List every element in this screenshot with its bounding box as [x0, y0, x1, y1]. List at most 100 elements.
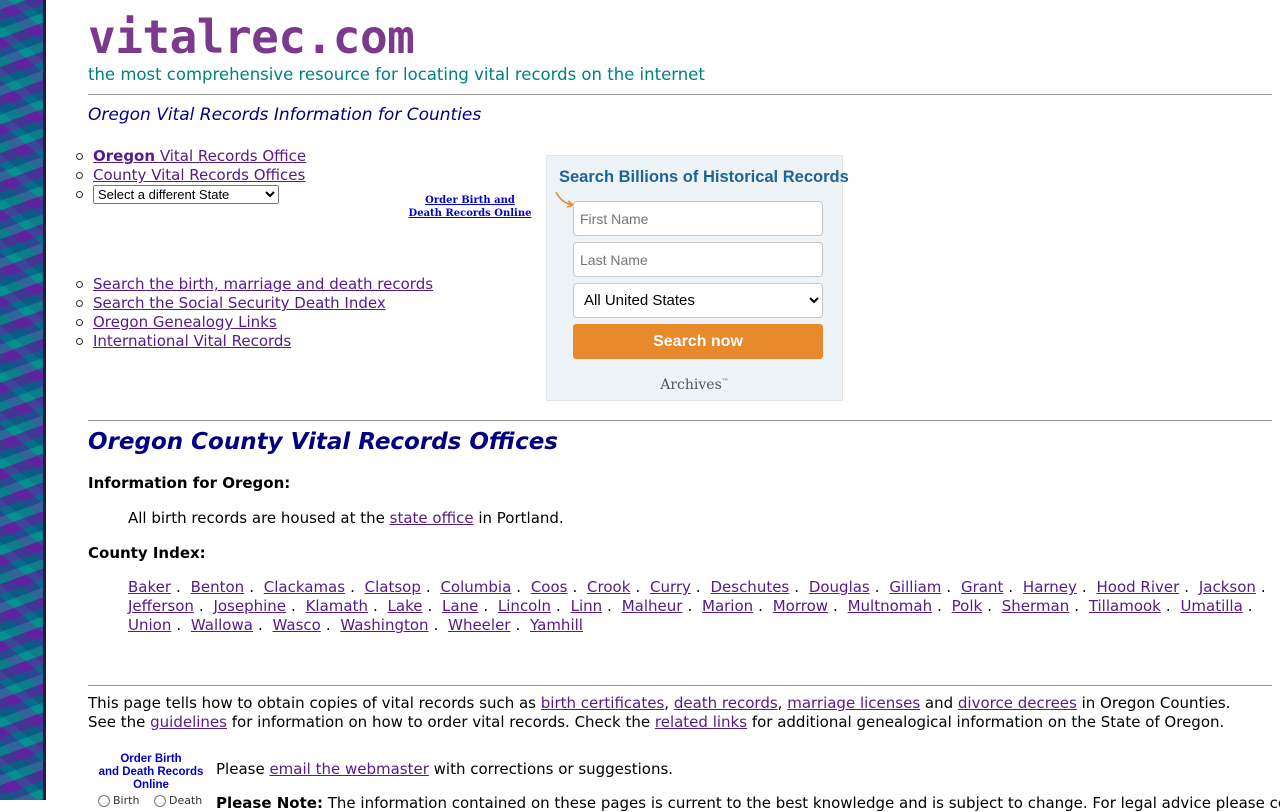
county-link[interactable]: Lane — [442, 597, 478, 615]
county-link[interactable]: Clatsop — [365, 578, 421, 596]
county-link[interactable]: Wasco — [273, 616, 321, 634]
state-office-link[interactable]: state office — [390, 509, 474, 527]
county-link[interactable]: Josephine — [213, 597, 286, 615]
county-separator: . — [1260, 578, 1266, 596]
oregon-office-link[interactable]: Oregon Vital Records Office — [93, 147, 306, 165]
county-link[interactable]: Lake — [388, 597, 423, 615]
death-radio[interactable]: Death — [154, 794, 202, 807]
order-records-link[interactable]: Order Birth and Death Records Online — [408, 194, 532, 220]
county-link[interactable]: Gilliam — [889, 578, 941, 596]
county-separator: . — [1184, 578, 1190, 596]
site-title[interactable]: vitalrec.com — [88, 10, 415, 64]
county-link[interactable]: Multnomah — [848, 597, 933, 615]
county-offices-link[interactable]: County Vital Records Offices — [93, 166, 305, 184]
county-separator: . — [427, 597, 433, 615]
state-select[interactable]: Select a different State — [93, 185, 279, 204]
list-item: County Vital Records Offices — [75, 166, 306, 185]
search-now-button[interactable]: Search now — [573, 324, 823, 359]
location-select[interactable]: All United States — [573, 283, 823, 318]
radio-circle — [154, 794, 166, 807]
county-link[interactable]: Coos — [531, 578, 568, 596]
guidelines-link[interactable]: guidelines — [150, 713, 227, 731]
order-link-line1: Order Birth and — [425, 195, 515, 206]
desc-text: This page tells how to obtain copies of … — [88, 694, 541, 712]
desc-text: , — [664, 694, 674, 712]
county-separator: . — [198, 597, 204, 615]
birth-certificates-link[interactable]: birth certificates — [541, 694, 665, 712]
header-divider — [88, 94, 1272, 95]
order-link-line2: Death Records Online — [408, 208, 532, 219]
county-separator: . — [516, 578, 522, 596]
county-link[interactable]: Benton — [191, 578, 245, 596]
death-records-link[interactable]: death records — [674, 694, 778, 712]
county-link[interactable]: Baker — [128, 578, 171, 596]
archives-logo-text: Archives — [660, 377, 722, 393]
county-link[interactable]: Marion — [702, 597, 753, 615]
county-link[interactable]: Tillamook — [1089, 597, 1161, 615]
county-link[interactable]: Wheeler — [448, 616, 510, 634]
list-item: Search the birth, marriage and death rec… — [75, 275, 433, 294]
county-separator: . — [425, 578, 431, 596]
international-records-link[interactable]: International Vital Records — [93, 332, 291, 350]
email-webmaster-link[interactable]: email the webmaster — [269, 760, 428, 778]
county-separator: . — [249, 578, 254, 596]
county-link[interactable]: Malheur — [622, 597, 683, 615]
county-link[interactable]: Jefferson — [128, 597, 194, 615]
last-name-input[interactable] — [573, 242, 823, 277]
search-records-link[interactable]: Search the birth, marriage and death rec… — [93, 275, 433, 293]
county-link[interactable]: Sherman — [1002, 597, 1069, 615]
county-link[interactable]: Clackamas — [264, 578, 345, 596]
desc-text: , — [777, 694, 788, 712]
ssdi-link[interactable]: Search the Social Security Death Index — [93, 294, 386, 312]
note-label: Please Note: — [216, 794, 323, 812]
county-separator: . — [176, 578, 181, 596]
county-link[interactable]: Morrow — [773, 597, 828, 615]
related-links-link[interactable]: related links — [655, 713, 747, 731]
county-index: Baker. Benton. Clackamas. Clatsop. Colum… — [128, 578, 1272, 635]
county-separator: . — [987, 597, 992, 615]
order-badge[interactable]: Order Birth and Death Records Online — [96, 753, 206, 792]
desc-text: for additional genealogical information … — [747, 713, 1225, 731]
county-link[interactable]: Jackson — [1199, 578, 1256, 596]
county-link[interactable]: Wallowa — [191, 616, 253, 634]
county-link[interactable]: Harney — [1023, 578, 1077, 596]
county-link[interactable]: Polk — [952, 597, 983, 615]
county-link[interactable]: Lincoln — [498, 597, 551, 615]
marriage-licenses-link[interactable]: marriage licenses — [787, 694, 920, 712]
divorce-decrees-link[interactable]: divorce decrees — [958, 694, 1077, 712]
county-link[interactable]: Linn — [571, 597, 603, 615]
county-link[interactable]: Grant — [961, 578, 1003, 596]
first-name-input[interactable] — [573, 201, 823, 236]
county-link[interactable]: Columbia — [440, 578, 511, 596]
county-separator: . — [937, 597, 942, 615]
county-separator: . — [325, 616, 331, 634]
footer-divider — [88, 685, 1272, 686]
trademark-mark: ™ — [721, 377, 729, 386]
county-separator: . — [1074, 597, 1080, 615]
county-link[interactable]: Douglas — [809, 578, 870, 596]
county-separator: . — [833, 597, 838, 615]
county-link[interactable]: Curry — [650, 578, 691, 596]
note-text: The information contained on these pages… — [327, 794, 1280, 812]
page-description: This page tells how to obtain copies of … — [88, 694, 1258, 732]
county-link[interactable]: Crook — [587, 578, 630, 596]
search-widget: Search Billions of Historical Records Al… — [546, 155, 849, 401]
please-note: Please Note: The information contained o… — [216, 794, 1280, 812]
county-link[interactable]: Klamath — [306, 597, 368, 615]
info-label: Information for Oregon: — [88, 474, 291, 492]
county-separator: . — [257, 616, 263, 634]
county-separator: . — [483, 597, 489, 615]
order-records-anchor[interactable]: Order Birth and Death Records Online — [409, 195, 532, 219]
county-separator: . — [607, 597, 612, 615]
birth-radio[interactable]: Birth — [98, 794, 139, 807]
genealogy-links-link[interactable]: Oregon Genealogy Links — [93, 313, 277, 331]
county-link[interactable]: Union — [128, 616, 171, 634]
county-link[interactable]: Hood River — [1096, 578, 1179, 596]
archives-logo: Archives™ — [547, 377, 842, 393]
county-link[interactable]: Yamhill — [530, 616, 583, 634]
radio-circle — [98, 794, 110, 807]
county-link[interactable]: Deschutes — [710, 578, 789, 596]
county-separator: . — [372, 597, 378, 615]
county-link[interactable]: Washington — [340, 616, 428, 634]
county-link[interactable]: Umatilla — [1180, 597, 1242, 615]
